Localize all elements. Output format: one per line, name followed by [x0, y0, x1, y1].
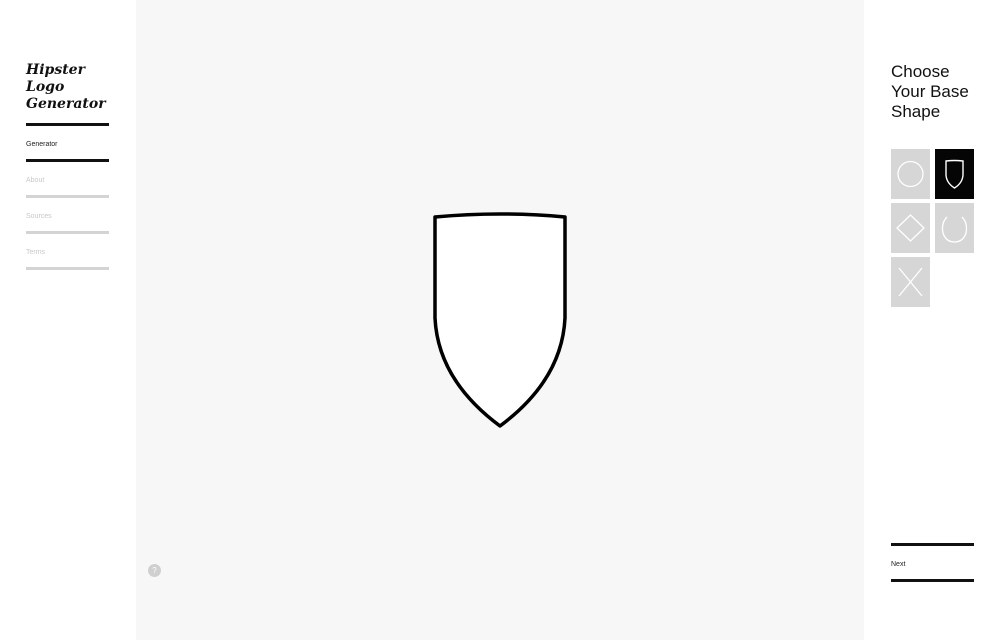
shape-option-horseshoe[interactable]	[935, 203, 974, 253]
shape-option-diamond[interactable]	[891, 203, 930, 253]
main-nav: Generator About Sources Terms	[26, 123, 109, 270]
shield-shape	[433, 212, 567, 428]
cross-icon	[898, 267, 923, 297]
nav-divider	[26, 267, 109, 270]
nav-item-terms[interactable]: Terms	[26, 234, 109, 267]
horseshoe-icon	[941, 216, 968, 243]
next-button[interactable]: Next	[891, 546, 974, 579]
circle-icon	[897, 160, 924, 188]
app-root: Hipster Logo Generator Generator About S…	[0, 0, 1000, 640]
right-panel: Choose Your Base Shape Next	[864, 0, 1000, 640]
shape-option-circle[interactable]	[891, 149, 930, 199]
info-icon[interactable]: ?	[148, 564, 161, 577]
panel-heading: Choose Your Base Shape	[891, 62, 969, 121]
next-divider	[891, 579, 974, 582]
nav-item-about[interactable]: About	[26, 162, 109, 195]
nav-item-sources[interactable]: Sources	[26, 198, 109, 231]
diamond-icon	[896, 214, 925, 242]
shield-icon	[945, 159, 964, 189]
next-nav: Next	[891, 543, 974, 582]
logo-canvas: ?	[136, 0, 864, 640]
left-sidebar: Hipster Logo Generator Generator About S…	[0, 0, 136, 640]
shape-option-cross[interactable]	[891, 257, 930, 307]
shape-option-shield[interactable]	[935, 149, 974, 199]
nav-item-generator[interactable]: Generator	[26, 126, 109, 159]
app-logo-title[interactable]: Hipster Logo Generator	[26, 62, 126, 113]
logo-preview	[433, 212, 567, 428]
